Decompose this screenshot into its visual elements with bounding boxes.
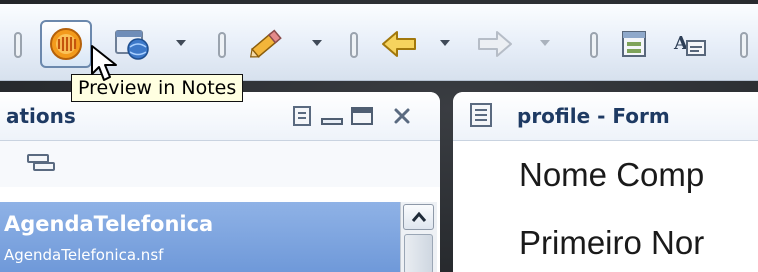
maximize-icon[interactable] bbox=[350, 106, 374, 126]
form-tab-title[interactable]: profile - Form bbox=[517, 104, 670, 128]
preview-in-notes-button[interactable] bbox=[40, 20, 92, 68]
toolbar-grip[interactable] bbox=[350, 32, 358, 58]
chevron-up-icon bbox=[411, 211, 426, 222]
form-field-label[interactable]: Primeiro Nor bbox=[519, 224, 704, 262]
back-arrow-icon bbox=[382, 31, 416, 57]
back-button[interactable] bbox=[374, 20, 426, 68]
toolbar-grip[interactable] bbox=[590, 32, 598, 58]
forward-dropdown-icon[interactable] bbox=[540, 40, 550, 46]
text-properties-button[interactable]: A bbox=[664, 20, 716, 68]
preview-in-notes-icon bbox=[50, 28, 82, 60]
scroll-thumb[interactable] bbox=[404, 234, 433, 272]
form-properties-button[interactable] bbox=[610, 20, 662, 68]
panel-title: ations bbox=[6, 104, 76, 128]
form-editor-header: profile - Form bbox=[453, 92, 758, 141]
toolbar-grip[interactable] bbox=[740, 32, 748, 58]
application-window: A ations AgendaTelefonica AgendaTelefoni… bbox=[0, 0, 758, 272]
back-dropdown-icon[interactable] bbox=[440, 40, 450, 46]
toolbar-grip[interactable] bbox=[14, 32, 22, 58]
collapse-all-icon[interactable] bbox=[26, 153, 56, 173]
vertical-scrollbar[interactable] bbox=[400, 202, 437, 272]
panel-subtoolbar bbox=[0, 141, 440, 187]
mouse-cursor-icon bbox=[91, 45, 117, 81]
toolbar-grip[interactable] bbox=[218, 32, 226, 58]
close-icon[interactable] bbox=[392, 106, 412, 126]
design-dropdown-icon[interactable] bbox=[312, 40, 322, 46]
application-filename: AgendaTelefonica.nsf bbox=[4, 246, 164, 264]
application-name: AgendaTelefonica bbox=[4, 212, 214, 236]
forward-arrow-icon bbox=[478, 31, 512, 57]
browser-dropdown-icon[interactable] bbox=[176, 40, 186, 46]
design-pencil-button[interactable] bbox=[240, 20, 292, 68]
text-properties-icon: A bbox=[673, 33, 706, 56]
minimize-icon[interactable] bbox=[320, 106, 344, 126]
design-pencil-icon bbox=[249, 29, 282, 58]
forward-button[interactable] bbox=[468, 20, 520, 68]
form-editor-panel: profile - Form Nome Comp Primeiro Nor bbox=[453, 92, 758, 272]
form-document-icon bbox=[470, 103, 492, 127]
panel-menu-icon[interactable] bbox=[292, 106, 314, 126]
list-item-agendatelefonica[interactable]: AgendaTelefonica AgendaTelefonica.nsf bbox=[0, 202, 400, 272]
scroll-up-button[interactable] bbox=[403, 204, 434, 230]
applications-panel: ations AgendaTelefonica AgendaTelefonica… bbox=[0, 92, 440, 272]
form-field-label[interactable]: Nome Comp bbox=[519, 156, 704, 194]
form-properties-icon bbox=[622, 31, 646, 57]
